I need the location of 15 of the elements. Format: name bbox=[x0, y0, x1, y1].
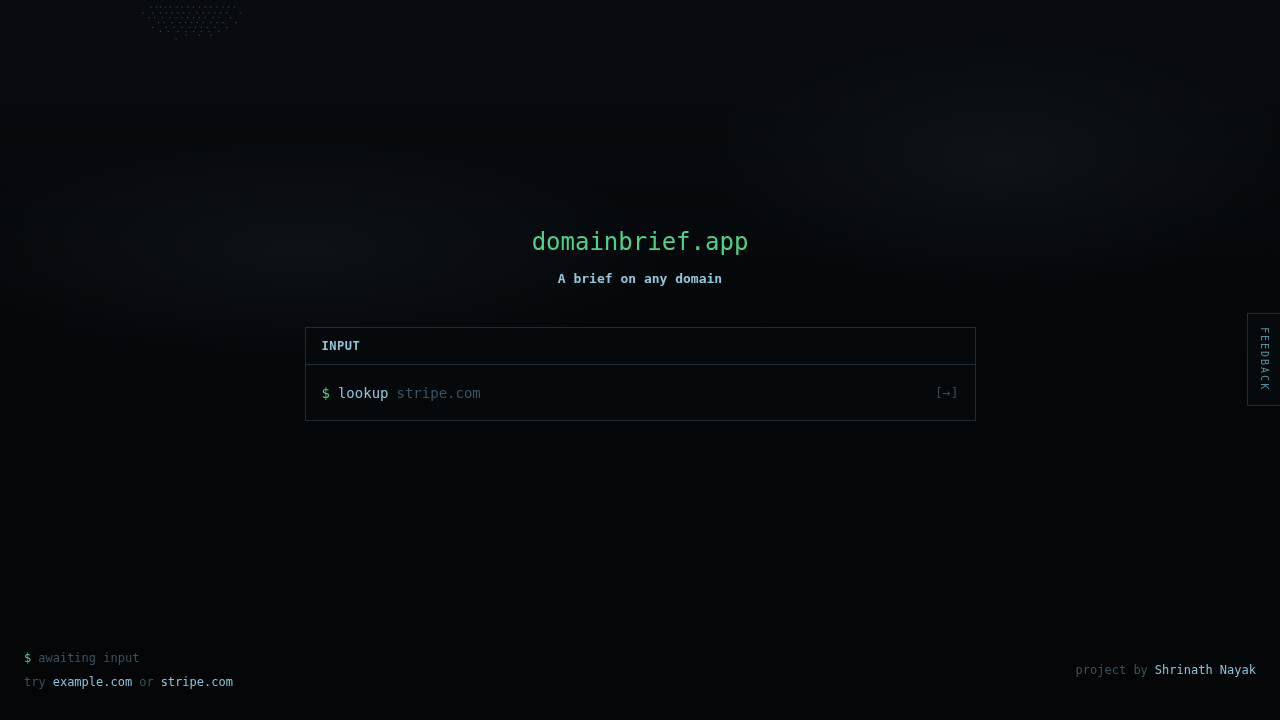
domain-input[interactable]: stripe.com bbox=[396, 382, 927, 403]
author-link[interactable]: Shrinath Nayak bbox=[1154, 662, 1256, 678]
feedback-tab[interactable]: FEEDBACK bbox=[1247, 313, 1280, 406]
credit-text: project by bbox=[1075, 662, 1148, 678]
panel-header: INPUT bbox=[321, 339, 361, 353]
example-link[interactable]: example.com bbox=[52, 674, 133, 690]
prompt-symbol: $ bbox=[321, 384, 330, 401]
prompt-symbol: $ bbox=[24, 650, 32, 666]
site-title: domainbrief.app bbox=[531, 227, 749, 257]
status-text: awaiting input bbox=[38, 650, 140, 666]
tagline: A brief on any domain bbox=[557, 271, 723, 287]
separator-text: or bbox=[139, 674, 154, 690]
suggestion-text: try bbox=[24, 674, 46, 690]
example-link[interactable]: stripe.com bbox=[160, 674, 233, 690]
command-label: lookup bbox=[337, 384, 389, 401]
